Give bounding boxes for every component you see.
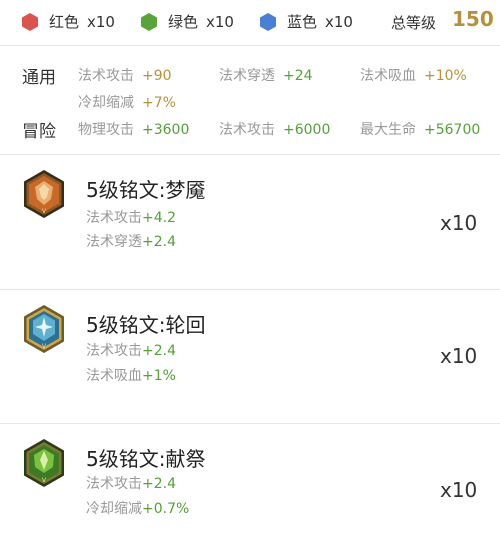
gem-green-label: 绿色 [168,13,199,31]
gem-summary-bar: 红色 x10 绿色 x10 蓝色 x10 总等级 150 [0,0,500,46]
green-hexagon-icon [141,12,157,31]
gem-red-count: x10 [87,12,115,31]
rune-row[interactable]: V 5级铭文:轮回 法术攻击+2.4 法术吸血+1% x10 [0,291,500,424]
gem-blue-label: 蓝色 [287,13,318,31]
stat-adv-max-hp: 最大生命 +56700 [360,122,481,138]
rune-name: 5级铭文:梦魇 [86,178,206,202]
gem-blue-count: x10 [325,12,353,31]
red-hexagon-icon [22,12,38,31]
blue-hexagon-icon [260,12,276,31]
rune-attr: 冷却缩减+0.7% [86,501,190,517]
rune-emblem-red: V [22,169,66,219]
rune-attr: 法术攻击+2.4 [86,476,176,492]
blue-rune-emblem-icon: V [24,305,64,353]
category-adventure: 冒险 [22,122,56,142]
total-level-value: 150 [452,7,494,31]
stats-panel: 通用 法术攻击 +90 法术穿透 +24 法术吸血 +10% 冷却缩减 +7% 冒险 物… [0,46,500,155]
gem-green-count: x10 [206,12,234,31]
stat-general-magic-pen: 法术穿透 +24 [219,68,313,84]
stat-adv-magic-attack: 法术攻击 +6000 [219,122,331,138]
stat-adv-physical-attack: 物理攻击 +3600 [78,122,190,138]
rune-quantity: x10 [440,211,478,235]
red-rune-emblem-icon: V [24,170,64,218]
green-rune-emblem-icon: V [24,439,64,487]
category-general: 通用 [22,68,56,88]
gem-blue: 蓝色 x10 [259,11,353,32]
stat-general-magic-attack: 法术攻击 +90 [78,68,172,84]
rune-quantity: x10 [440,344,478,368]
rune-name: 5级铭文:轮回 [86,313,206,337]
rune-row[interactable]: V 5级铭文:梦魇 法术攻击+4.2 法术穿透+2.4 x10 [0,156,500,290]
rune-row[interactable]: V 5级铭文:献祭 法术攻击+2.4 冷却缩减+0.7% x10 [0,425,500,549]
gem-green: 绿色 x10 [140,11,234,32]
rune-name: 5级铭文:献祭 [86,447,206,471]
rune-emblem-green: V [22,438,66,488]
rune-quantity: x10 [440,478,478,502]
rune-attr: 法术攻击+4.2 [86,210,176,226]
stat-general-lifesteal: 法术吸血 +10% [360,68,467,84]
rune-attr: 法术吸血+1% [86,368,176,384]
rune-emblem-blue: V [22,304,66,354]
stat-general-cooldown: 冷却缩减 +7% [78,95,176,111]
gem-red: 红色 x10 [21,11,115,32]
total-level-label: 总等级 [391,14,437,32]
rune-attr: 法术攻击+2.4 [86,343,176,359]
gem-red-label: 红色 [49,13,80,31]
rune-attr: 法术穿透+2.4 [86,234,176,250]
